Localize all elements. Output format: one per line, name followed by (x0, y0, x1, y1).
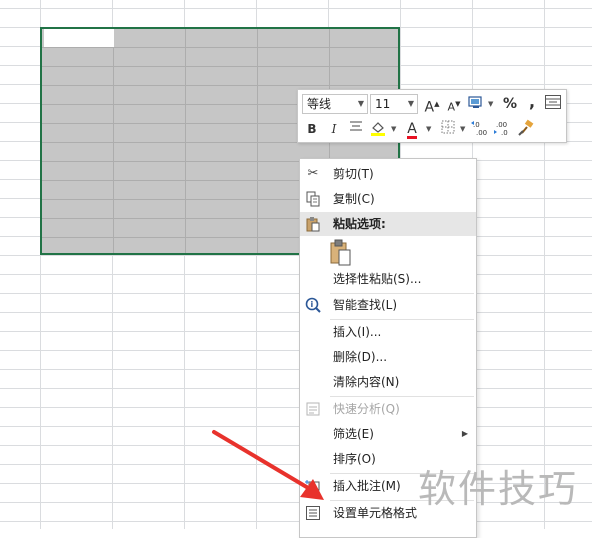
watermark-text: 软件技巧 (418, 467, 579, 511)
annotation-arrow (212, 430, 324, 500)
